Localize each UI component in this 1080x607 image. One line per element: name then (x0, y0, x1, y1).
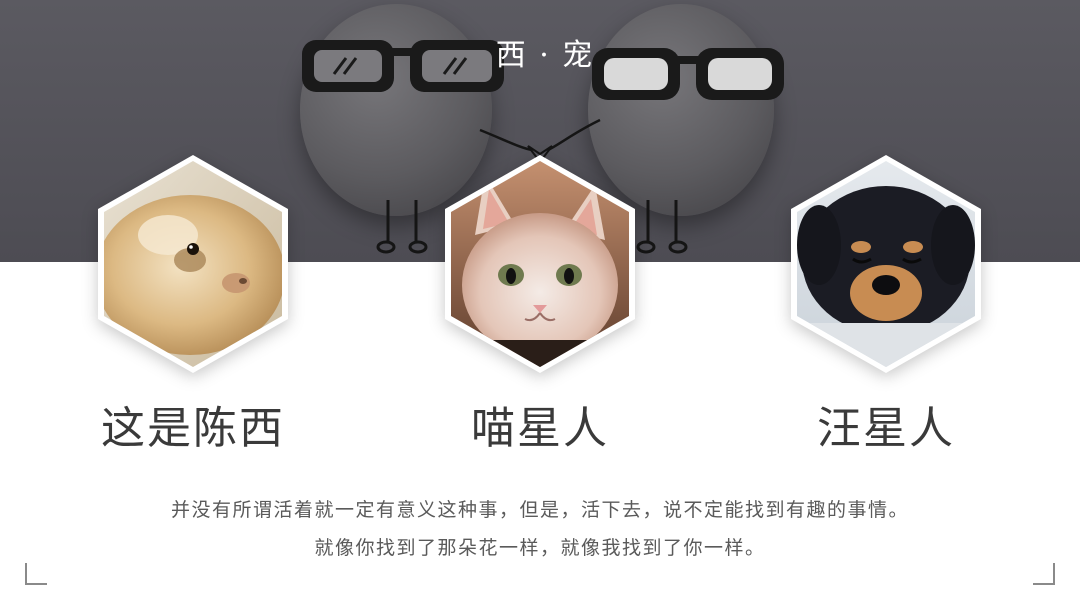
pet-card-kitten (445, 155, 635, 373)
quote-line-1: 并没有所谓活着就一定有意义这种事，但是，活下去，说不定能找到有趣的事情。 (170, 499, 909, 521)
pet-card-puppy (791, 155, 981, 373)
glasses-left-icon (302, 40, 504, 92)
brand-title: 西 · 宠 (495, 38, 595, 73)
puppy-photo (791, 155, 981, 373)
glasses-right-icon (592, 48, 784, 100)
pet-name-guinea-pig: 这是陈西 (101, 403, 285, 454)
legs-right-illustration (636, 200, 688, 254)
pet-name-puppy: 汪星人 (817, 403, 955, 454)
corner-bracket-bottom-right (1033, 563, 1055, 585)
kitten-photo (445, 155, 635, 373)
pet-card-guinea-pig (98, 155, 288, 373)
pet-name-kitten: 喵星人 (471, 403, 609, 454)
quote-line-2: 就像你找到了那朵花一样，就像我找到了你一样。 (314, 537, 766, 559)
legs-left-illustration (376, 200, 428, 254)
corner-bracket-bottom-left (25, 563, 47, 585)
guinea-pig-photo (98, 155, 288, 373)
